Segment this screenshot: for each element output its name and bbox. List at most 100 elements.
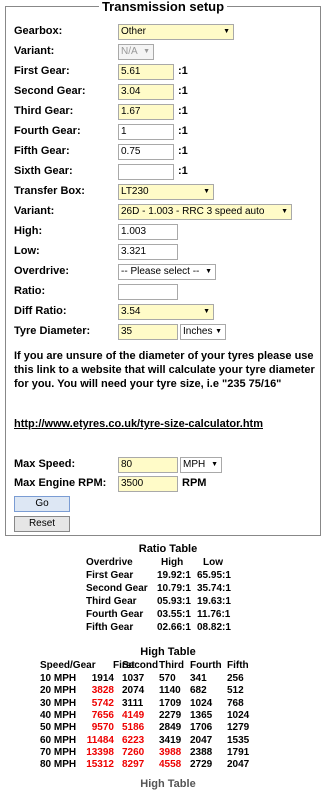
- first-gear-input[interactable]: 5.61: [118, 64, 174, 80]
- ratio-suffix: :1: [178, 65, 188, 77]
- diff-ratio-select[interactable]: 3.54 ▼: [118, 304, 214, 320]
- table-cell: 9570: [91, 722, 114, 734]
- variant-select[interactable]: N/A ▼: [118, 44, 154, 60]
- ratio-input[interactable]: [118, 284, 178, 300]
- ratio-label: Ratio:: [14, 285, 46, 297]
- low-input[interactable]: 3.321: [118, 244, 178, 260]
- table-cell: 3828: [91, 685, 114, 697]
- fifth-gear-label: Fifth Gear:: [14, 145, 70, 157]
- go-button[interactable]: Go: [14, 496, 70, 512]
- table-cell: 256: [227, 673, 244, 684]
- table-cell: 3988: [159, 746, 182, 758]
- table-row-label: 50 MPH: [40, 722, 77, 734]
- table-cell: 03.55:1: [157, 609, 191, 620]
- table-row-label: First Gear: [86, 570, 134, 581]
- overdrive-row: Overdrive: -- Please select -- ▼: [14, 264, 216, 280]
- sixth-gear-input[interactable]: [118, 164, 174, 180]
- table-cell: 1024: [227, 709, 250, 721]
- table-cell: 10.79:1: [157, 583, 191, 594]
- variant-row: Variant: N/A ▼: [14, 44, 154, 60]
- third-gear-input[interactable]: 1.67: [118, 104, 174, 120]
- table-cell: 682: [190, 685, 207, 697]
- table-cell: 5742: [91, 697, 114, 709]
- overdrive-select[interactable]: -- Please select -- ▼: [118, 264, 216, 280]
- table-cell: 2388: [190, 746, 213, 758]
- max-speed-label: Max Speed:: [14, 458, 76, 470]
- table-cell: 2047: [190, 734, 213, 746]
- table-cell: 08.82:1: [197, 622, 231, 633]
- chevron-down-icon: ▼: [223, 28, 230, 35]
- tyre-unit-select[interactable]: Inches ▼: [180, 324, 226, 340]
- table-cell: 05.93:1: [157, 596, 191, 607]
- tyre-help-text: If you are unsure of the diameter of you…: [14, 350, 315, 390]
- max-rpm-label: Max Engine RPM:: [14, 477, 107, 489]
- second-gear-label: Second Gear:: [14, 85, 86, 97]
- rpm-unit-label: RPM: [182, 477, 207, 489]
- table-cell: 1279: [227, 722, 250, 734]
- table-row-label: Fourth Gear: [86, 609, 144, 620]
- gearbox-select[interactable]: Other ▼: [118, 24, 234, 40]
- table-row-label: 80 MPH: [40, 759, 77, 771]
- table-row-label: Third Gear: [86, 596, 137, 607]
- table-cell: 512: [227, 685, 244, 697]
- chevron-down-icon: ▼: [203, 188, 210, 195]
- max-rpm-input[interactable]: 3500: [118, 476, 178, 492]
- table-cell: 7656: [91, 709, 114, 721]
- high-label: High:: [14, 225, 43, 237]
- table-cell: 3111: [122, 697, 144, 709]
- table-cell: 341: [190, 673, 207, 684]
- transfer-box-select[interactable]: LT230 ▼: [118, 184, 214, 200]
- table-cell: 15312: [86, 759, 114, 771]
- chevron-down-icon: ▼: [281, 208, 288, 215]
- fourth-gear-input[interactable]: 1: [118, 124, 174, 140]
- tyre-diameter-label: Tyre Diameter:: [14, 325, 91, 337]
- gearbox-label: Gearbox:: [14, 25, 63, 37]
- table-row-label: 40 MPH: [40, 709, 77, 721]
- ratio-header-low: Low: [203, 557, 223, 568]
- transfer-variant-select[interactable]: 26D - 1.003 - RRC 3 speed auto ▼: [118, 204, 292, 220]
- high-header-second: Second: [122, 660, 159, 671]
- table-cell: 2074: [122, 685, 145, 697]
- table-cell: 1791: [227, 746, 250, 758]
- ratio-suffix: :1: [178, 105, 188, 117]
- table-cell: 19.92:1: [157, 570, 191, 581]
- diff-ratio-row: Diff Ratio: 3.54 ▼: [14, 304, 214, 320]
- transfer-box-row: Transfer Box: LT230 ▼: [14, 184, 214, 200]
- high-header-fourth: Fourth: [190, 660, 222, 671]
- chevron-down-icon: ▼: [211, 461, 218, 468]
- table-cell: 570: [159, 673, 176, 684]
- max-speed-input[interactable]: 80: [118, 457, 178, 473]
- transmission-setup-panel: Transmission setup Gearbox: Other ▼ Varia…: [5, 0, 321, 536]
- panel-title: Transmission setup: [98, 0, 228, 14]
- tyre-diameter-input[interactable]: 35: [118, 324, 178, 340]
- table-cell: 8297: [122, 759, 145, 771]
- table-cell: 11.76:1: [197, 609, 231, 620]
- chevron-down-icon: ▼: [205, 268, 212, 275]
- second-gear-input[interactable]: 3.04: [118, 84, 174, 100]
- table-row-label: 70 MPH: [40, 746, 77, 758]
- high-header-speed-gear: Speed/Gear: [40, 660, 96, 671]
- table-cell: 6223: [122, 734, 145, 746]
- speed-unit-select[interactable]: MPH ▼: [180, 457, 222, 473]
- table-cell: 13398: [86, 746, 114, 758]
- tyre-calculator-link[interactable]: http://www.etyres.co.uk/tyre-size-calcul…: [14, 418, 263, 430]
- table-row-label: 60 MPH: [40, 734, 77, 746]
- table-cell: 1535: [227, 734, 250, 746]
- ratio-header-overdrive: Overdrive: [86, 557, 133, 568]
- diff-ratio-label: Diff Ratio:: [14, 305, 67, 317]
- ratio-table-title: Ratio Table: [138, 543, 198, 555]
- table-cell: 5186: [122, 722, 145, 734]
- table-cell: 3419: [159, 734, 182, 746]
- fifth-gear-input[interactable]: 0.75: [118, 144, 174, 160]
- table-cell: 2729: [190, 759, 213, 771]
- reset-button[interactable]: Reset: [14, 516, 70, 532]
- ratio-suffix: :1: [178, 85, 188, 97]
- transfer-box-label: Transfer Box:: [14, 185, 85, 197]
- high-input[interactable]: 1.003: [118, 224, 178, 240]
- table-cell: 4149: [122, 709, 145, 721]
- ratio-header-high: High: [161, 557, 184, 568]
- table-cell: 1140: [159, 685, 181, 697]
- ratio-suffix: :1: [178, 165, 188, 177]
- overdrive-label: Overdrive:: [14, 265, 70, 277]
- variant-label: Variant:: [14, 45, 55, 57]
